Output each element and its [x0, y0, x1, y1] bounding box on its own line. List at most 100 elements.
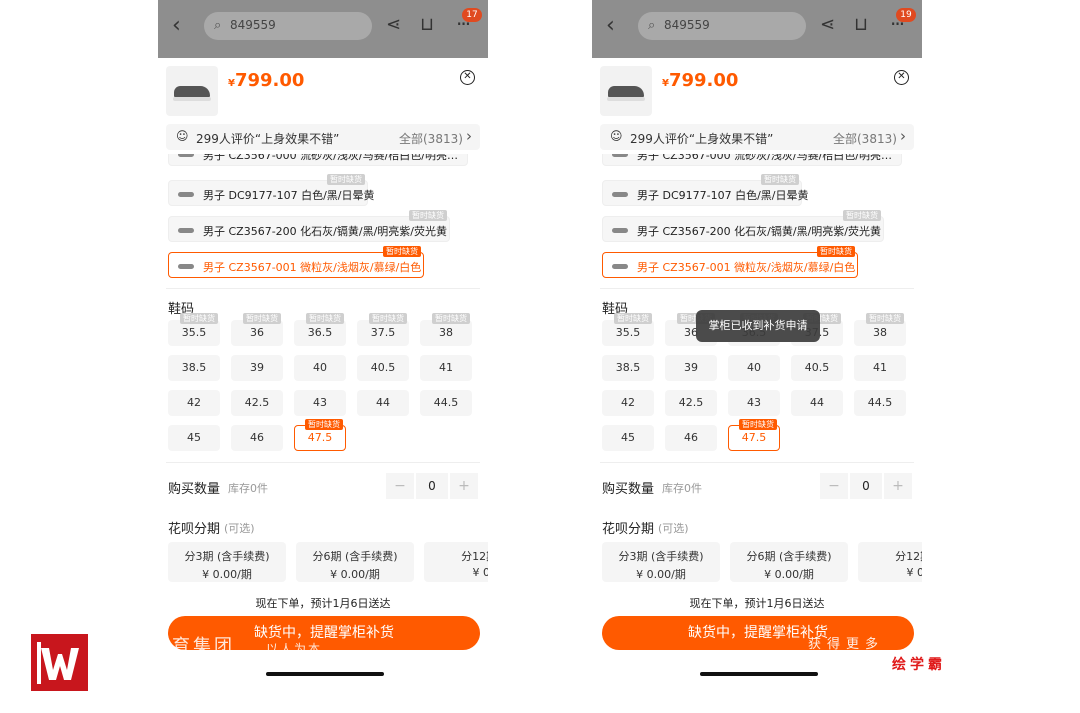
size-label: 35.5 [181, 326, 207, 339]
size-option[interactable]: 43 [728, 390, 780, 416]
installment-option[interactable]: 分12期 (¥ 0. [858, 542, 922, 582]
size-option[interactable]: 44 [791, 390, 843, 416]
share-icon[interactable]: ⋖ [386, 14, 401, 35]
smile-icon: ☺ [610, 129, 623, 143]
close-icon[interactable]: ✕ [894, 70, 909, 85]
size-label: 37.5 [370, 326, 396, 339]
delivery-estimate: 现在下单，预计1月6日送达 [689, 597, 825, 610]
plan-amount: ¥ 0.00/期 [764, 568, 814, 581]
plan-term: 分6期 (含手续费) [746, 550, 832, 563]
size-option[interactable]: 41 [854, 355, 906, 381]
size-label: 38 [439, 326, 453, 339]
size-option[interactable]: 40.5 [357, 355, 409, 381]
out-of-stock-tag: 暂时缺货 [866, 313, 904, 324]
size-option[interactable]: 42.5 [665, 390, 717, 416]
plus-button[interactable]: + [450, 473, 478, 499]
size-option[interactable]: 46 [231, 425, 283, 451]
installment-option[interactable]: 分12期 (¥ 0. [424, 542, 488, 582]
size-option-selected[interactable]: 47.5 暂时缺货 [294, 419, 346, 451]
variant-item[interactable]: 男子 DC9177-107 白色/黑/日晕黄 暂时缺货 [168, 174, 375, 206]
size-option[interactable]: 35.5 暂时缺货 [168, 313, 220, 346]
variant-item-selected[interactable]: 男子 CZ3567-001 微粒灰/浅烟灰/慕绿/白色 暂时缺货 [602, 246, 858, 278]
out-of-stock-tag: 暂时缺货 [614, 313, 652, 324]
variant-item[interactable]: 男子 CZ3567-200 化石灰/镉黄/黑/明亮紫/荧光黄 暂时缺货 [602, 210, 884, 242]
size-option[interactable]: 39 [665, 355, 717, 381]
size-option[interactable]: 44.5 [854, 390, 906, 416]
quantity-stepper: − 0 + [386, 473, 478, 499]
size-option[interactable]: 40 [728, 355, 780, 381]
search-bar[interactable]: ⌕ 849559 [638, 12, 806, 40]
size-option[interactable]: 40.5 [791, 355, 843, 381]
installment-option[interactable]: 分3期 (含手续费) ¥ 0.00/期 [168, 542, 286, 582]
quantity-value[interactable]: 0 [416, 473, 448, 499]
size-option[interactable]: 44.5 [420, 390, 472, 416]
size-option[interactable]: 36.5 暂时缺货 [294, 313, 346, 346]
installment-option[interactable]: 分6期 (含手续费) ¥ 0.00/期 [730, 542, 848, 582]
size-label: 39 [684, 361, 698, 374]
installment-option[interactable]: 分6期 (含手续费) ¥ 0.00/期 [296, 542, 414, 582]
variant-thumb [612, 228, 628, 233]
variant-item[interactable]: 男子 DC9177-107 白色/黑/日晕黄 暂时缺货 [602, 174, 809, 206]
variant-label: 男子 DC9177-107 白色/黑/日晕黄 [203, 189, 375, 202]
review-bar[interactable]: ☺ 299人评价“上身效果不错” 全部(3813) › [600, 124, 914, 150]
size-option[interactable]: 42 [168, 390, 220, 416]
size-option[interactable]: 44 [357, 390, 409, 416]
minus-button[interactable]: − [386, 473, 414, 499]
size-option[interactable]: 45 [168, 425, 220, 451]
quantity-value[interactable]: 0 [850, 473, 882, 499]
out-of-stock-tag: 暂时缺货 [305, 419, 343, 430]
variant-thumb [178, 228, 194, 233]
back-icon[interactable]: ‹ [172, 14, 188, 38]
review-all: 全部(3813) [833, 132, 897, 146]
review-bar[interactable]: ☺ 299人评价“上身效果不错” 全部(3813) › [166, 124, 480, 150]
size-option[interactable]: 42 [602, 390, 654, 416]
size-option[interactable]: 38 暂时缺货 [420, 313, 472, 346]
plan-amount: ¥ 0. [906, 566, 923, 579]
cart-icon[interactable]: ⊔ [854, 14, 868, 35]
size-option[interactable]: 40 [294, 355, 346, 381]
size-option[interactable]: 37.5 暂时缺货 [357, 313, 409, 346]
size-option[interactable]: 38.5 [168, 355, 220, 381]
close-icon[interactable]: ✕ [460, 70, 475, 85]
size-option[interactable]: 38 暂时缺货 [854, 313, 906, 346]
minus-button[interactable]: − [820, 473, 848, 499]
top-bar: ‹ ⌕ 849559 ⋖ ⊔ ··· 19 [592, 0, 922, 58]
size-label: 46 [684, 431, 698, 444]
size-option[interactable]: 43 [294, 390, 346, 416]
plan-term: 分3期 (含手续费) [618, 550, 704, 563]
variant-item[interactable]: 男子 CZ3567-000 流砂灰/浅灰/马赛/桔白色/明亮… [602, 154, 902, 166]
size-option[interactable]: 36 暂时缺货 [231, 313, 283, 346]
size-label: 35.5 [615, 326, 641, 339]
back-icon[interactable]: ‹ [606, 14, 622, 38]
variant-item-selected[interactable]: 男子 CZ3567-001 微粒灰/浅烟灰/慕绿/白色 暂时缺货 [168, 246, 424, 278]
cart-icon[interactable]: ⊔ [420, 14, 434, 35]
price-amount: 799.00 [234, 70, 305, 91]
variant-item[interactable]: 男子 CZ3567-000 流砂灰/浅灰/马赛/桔白色/明亮… [168, 154, 468, 166]
size-option[interactable]: 41 [420, 355, 472, 381]
search-query: 849559 [230, 18, 276, 32]
chevron-right-icon: › [900, 127, 906, 145]
size-label: 39 [250, 361, 264, 374]
size-option[interactable]: 42.5 [231, 390, 283, 416]
installment-label: 花呗分期 [168, 522, 221, 537]
size-option[interactable]: 35.5 暂时缺货 [602, 313, 654, 346]
search-bar[interactable]: ⌕ 849559 [204, 12, 372, 40]
plan-amount: ¥ 0.00/期 [636, 568, 686, 581]
size-option[interactable]: 45 [602, 425, 654, 451]
share-icon[interactable]: ⋖ [820, 14, 835, 35]
out-of-stock-tag: 暂时缺货 [243, 313, 281, 324]
size-option-selected[interactable]: 47.5 暂时缺货 [728, 419, 780, 451]
size-option[interactable]: 39 [231, 355, 283, 381]
watermark-brand: 绘学霸 [892, 657, 946, 673]
divider [600, 288, 914, 289]
variant-item[interactable]: 男子 CZ3567-200 化石灰/镉黄/黑/明亮紫/荧光黄 暂时缺货 [168, 210, 450, 242]
smile-icon: ☺ [176, 129, 189, 143]
installment-option[interactable]: 分3期 (含手续费) ¥ 0.00/期 [602, 542, 720, 582]
size-label: 44 [810, 396, 824, 409]
size-option[interactable]: 46 [665, 425, 717, 451]
size-label: 47.5 [741, 431, 767, 444]
size-option[interactable]: 38.5 [602, 355, 654, 381]
size-label: 40 [313, 361, 327, 374]
brand-logo [31, 634, 88, 691]
plus-button[interactable]: + [884, 473, 912, 499]
